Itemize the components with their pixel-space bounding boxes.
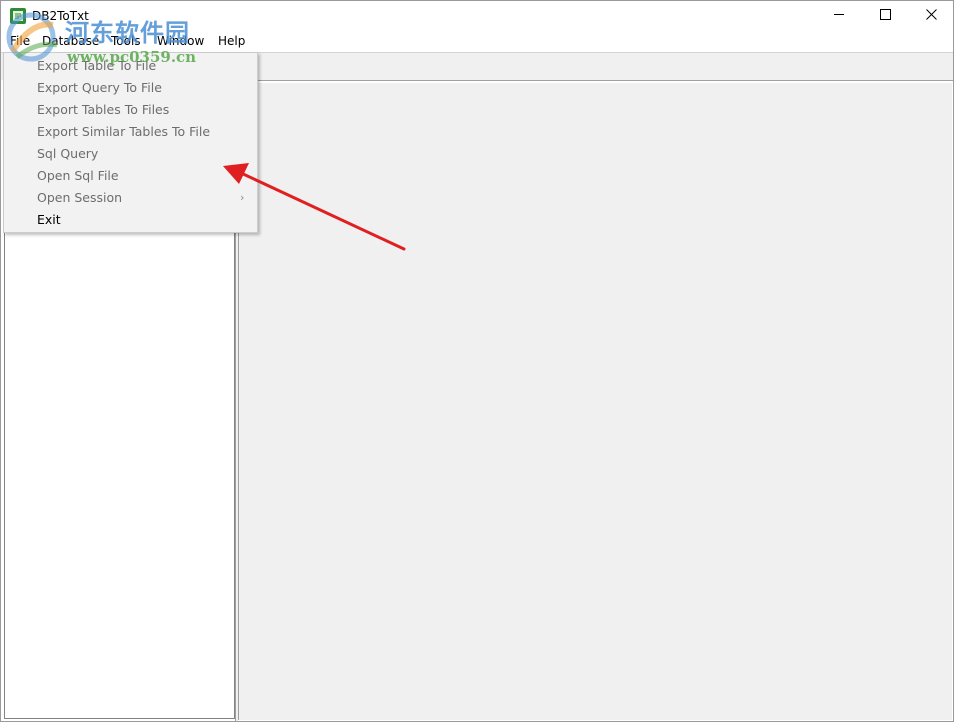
mdi-client-area — [238, 83, 952, 720]
window-title: DB2ToTxt — [32, 9, 89, 23]
menu-bar: File Database Tools Window Help — [1, 31, 953, 51]
menu-exit[interactable]: Exit — [37, 212, 61, 227]
app-icon — [10, 8, 26, 24]
menu-tools[interactable]: Tools — [111, 34, 141, 48]
file-menu-dropdown: Export Table To File Export Query To Fil… — [3, 52, 258, 233]
app-window: DB2ToTxt File Database Tools Window Help… — [0, 0, 954, 722]
menu-export-query-to-file[interactable]: Export Query To File — [37, 80, 162, 95]
menu-export-similar-tables-to-file[interactable]: Export Similar Tables To File — [37, 124, 210, 139]
client-separator — [235, 80, 953, 82]
close-button[interactable] — [908, 1, 954, 31]
minimize-icon — [833, 9, 845, 23]
menu-database[interactable]: Database — [42, 34, 99, 48]
maximize-icon — [879, 9, 891, 23]
menu-open-session[interactable]: Open Session — [37, 190, 122, 205]
menu-file[interactable]: File — [10, 34, 30, 48]
menu-export-tables-to-files[interactable]: Export Tables To Files — [37, 102, 169, 117]
menu-sql-query[interactable]: Sql Query — [37, 146, 98, 161]
minimize-button[interactable] — [816, 1, 862, 31]
menu-open-sql-file[interactable]: Open Sql File — [37, 168, 119, 183]
menu-export-table-to-file[interactable]: Export Table To File — [37, 58, 156, 73]
maximize-button[interactable] — [862, 1, 908, 31]
close-icon — [925, 9, 937, 23]
submenu-arrow-icon: › — [240, 191, 245, 204]
menu-window[interactable]: Window — [157, 34, 204, 48]
title-bar[interactable]: DB2ToTxt — [1, 1, 953, 31]
menu-help[interactable]: Help — [218, 34, 245, 48]
